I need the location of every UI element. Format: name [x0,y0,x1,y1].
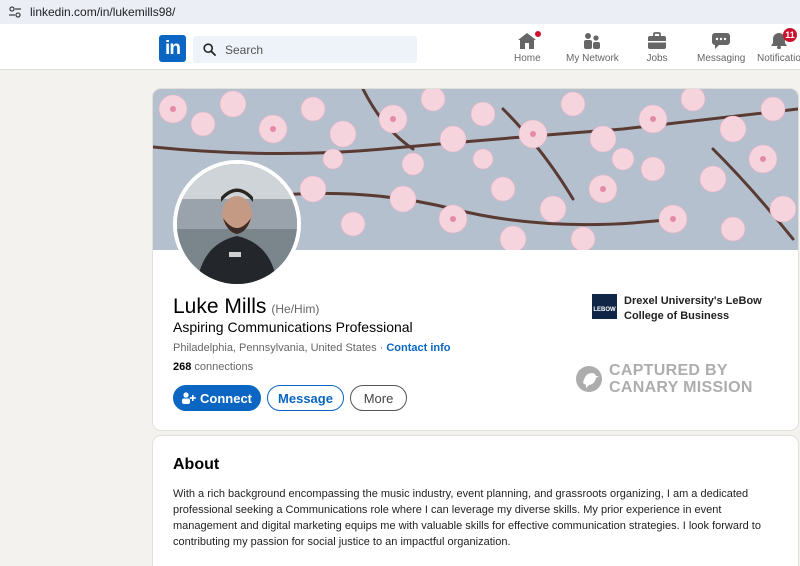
school-logo-text: LEBOW [593,307,616,313]
canary-bird-icon [576,366,602,392]
url-text[interactable]: linkedin.com/in/lukemills98/ [30,5,175,19]
nav-label: Notificatio [757,53,800,64]
notification-dot [533,29,544,39]
browser-address-bar[interactable]: linkedin.com/in/lukemills98/ [0,0,800,24]
search-input[interactable] [225,42,395,57]
profile-pronouns: (He/Him) [271,302,320,316]
name-row: Luke Mills (He/Him) [173,295,319,319]
notification-count-badge: 11 [782,28,797,42]
nav-label: Jobs [646,53,668,64]
search-icon [203,43,216,56]
connections-number: 268 [173,361,192,373]
education-name: Drexel University's LeBow College of Bus… [624,295,762,322]
connections-count[interactable]: 268 connections [173,361,253,373]
watermark-line-1: CAPTURED BY [609,362,728,379]
watermark: CAPTURED BY CANARY MISSION [575,362,753,396]
about-title: About [173,456,220,473]
location-row: Philadelphia, Pennsylvania, United State… [173,342,450,354]
contact-info-link[interactable]: Contact info [386,342,450,354]
nav-item-my-network[interactable]: My Network [566,30,619,68]
nav-item-home[interactable]: Home [514,29,544,68]
avatar-photo [177,164,297,284]
profile-name: Luke Mills [173,295,267,318]
connections-label: connections [194,361,254,373]
search-box[interactable] [193,36,417,63]
watermark-text: CAPTURED BY CANARY MISSION [609,362,753,396]
profile-card: Luke Mills (He/Him) Aspiring Communicati… [153,89,798,430]
about-text: With a rich background encompassing the … [173,488,761,548]
connect-button[interactable]: Connect [173,385,261,411]
about-section: About With a rich background encompassin… [153,436,798,566]
network-icon [584,33,601,49]
top-navigation: in Home My Network [0,24,800,70]
add-person-icon [182,392,196,404]
nav-label: Messaging [697,53,746,64]
nav-label: Home [514,53,541,64]
profile-headline: Aspiring Communications Professional [173,319,413,335]
chat-icon [712,33,731,49]
nav-label: My Network [566,53,619,64]
nav-item-jobs[interactable]: Jobs [645,30,669,68]
watermark-line-2: CANARY MISSION [609,379,753,396]
school-logo: LEBOW [592,294,617,319]
separator-dot: · [379,342,384,354]
briefcase-icon [648,32,666,49]
nav-item-messaging[interactable]: Messaging [697,30,745,68]
site-settings-icon[interactable] [8,5,22,19]
education-entry[interactable]: LEBOW Drexel University's LeBow College … [592,294,774,324]
nav-item-notifications[interactable]: 11 Notificatio [757,28,800,68]
more-button[interactable]: More [350,385,407,411]
connect-label: Connect [200,390,252,406]
profile-photo[interactable] [173,160,301,288]
message-button[interactable]: Message [267,385,344,411]
profile-location: Philadelphia, Pennsylvania, United State… [173,342,377,354]
profile-actions: Connect Message More [173,385,413,411]
linkedin-logo[interactable]: in [159,35,186,62]
